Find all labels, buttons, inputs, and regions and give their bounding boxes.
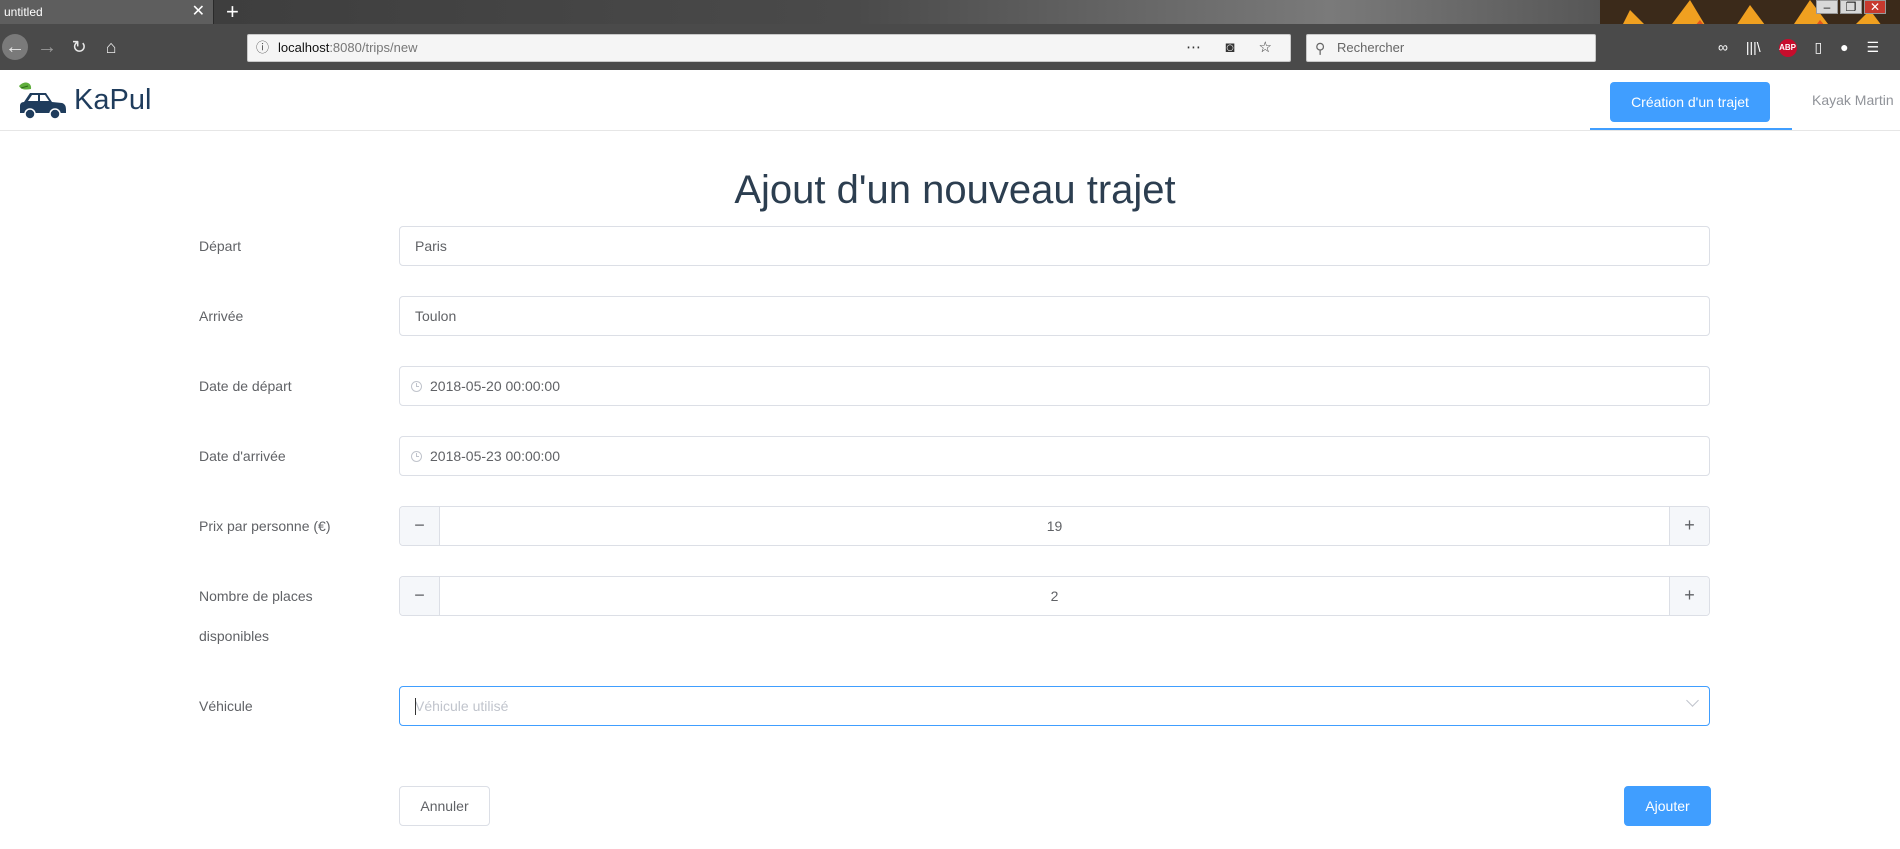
date-arrivee-value: 2018-05-23 00:00:00	[430, 448, 560, 464]
browser-navigation-bar: ← → ↻ ⌂ ⓘ localhost:8080/trips/new ⋯ ◙ ☆…	[0, 24, 1900, 70]
minimize-window-icon[interactable]: –	[1816, 0, 1838, 14]
search-icon: ⚲	[1315, 40, 1326, 56]
date-depart-value: 2018-05-20 00:00:00	[430, 378, 560, 394]
search-placeholder: Rechercher	[1337, 40, 1405, 55]
depart-value: Paris	[415, 238, 447, 254]
home-icon[interactable]: ⌂	[98, 34, 124, 60]
vehicule-label: Véhicule	[199, 698, 253, 714]
browser-tab[interactable]: untitled ✕	[0, 0, 214, 24]
restore-window-icon[interactable]: ❐	[1840, 0, 1862, 14]
vehicule-select[interactable]: Véhicule utilisé	[399, 686, 1710, 726]
prix-decrement-button[interactable]: −	[400, 507, 440, 545]
app-logo[interactable]: KaPul	[16, 80, 151, 120]
close-window-icon[interactable]: ✕	[1864, 0, 1886, 14]
user-menu[interactable]: Kayak Martin	[1812, 92, 1894, 108]
date-arrivee-label: Date d'arrivée	[199, 448, 286, 464]
prix-label: Prix par personne (€)	[199, 518, 331, 534]
chevron-down-icon[interactable]	[1686, 694, 1699, 707]
back-arrow-icon[interactable]: ←	[2, 34, 28, 60]
prix-stepper: − 19 +	[399, 506, 1710, 546]
places-input[interactable]: 2	[440, 577, 1669, 615]
tab-title: untitled	[4, 5, 43, 19]
menu-icon[interactable]: ☰	[1866, 34, 1879, 60]
text-cursor	[415, 698, 416, 715]
app-header: KaPul Création d'un trajet Kayak Martin	[0, 70, 1900, 131]
arrivee-value: Toulon	[415, 308, 457, 324]
url-text: localhost:8080/trips/new	[278, 40, 418, 55]
site-info-icon[interactable]: ⓘ	[256, 35, 269, 61]
arrivee-label: Arrivée	[199, 308, 244, 324]
new-tab-icon[interactable]: +	[226, 0, 239, 24]
places-label-line1: Nombre de places	[199, 588, 313, 604]
active-nav-indicator	[1590, 128, 1792, 130]
prix-increment-button[interactable]: +	[1669, 507, 1709, 545]
depart-label: Départ	[199, 238, 242, 254]
browser-toolbar-icons: ∞ |||\ ABP ▯ ● ☰	[1718, 34, 1893, 60]
library-icon[interactable]: |||\	[1746, 34, 1761, 60]
date-depart-picker[interactable]: 2018-05-20 00:00:00	[399, 366, 1710, 406]
private-mask-icon[interactable]: ∞	[1718, 34, 1728, 60]
car-logo-icon	[19, 82, 66, 120]
extension-icon[interactable]: ●	[1840, 34, 1848, 60]
clock-icon	[411, 451, 422, 462]
sidebar-icon[interactable]: ▯	[1814, 34, 1822, 60]
prix-input[interactable]: 19	[440, 507, 1669, 545]
url-action-icons[interactable]: ⋯ ◙ ☆	[1186, 35, 1282, 61]
cancel-button[interactable]: Annuler	[399, 786, 490, 826]
places-stepper: − 2 +	[399, 576, 1710, 616]
logo-text: KaPul	[74, 83, 152, 116]
places-label-line2: disponibles	[199, 628, 270, 644]
date-depart-label: Date de départ	[199, 378, 292, 394]
arrivee-input[interactable]: Toulon	[399, 296, 1710, 336]
places-increment-button[interactable]: +	[1669, 577, 1709, 615]
depart-input[interactable]: Paris	[399, 226, 1710, 266]
clock-icon	[411, 381, 422, 392]
browser-search-box[interactable]: ⚲ Rechercher	[1306, 34, 1596, 62]
reload-icon[interactable]: ↻	[66, 34, 92, 60]
create-trip-nav-button[interactable]: Création d'un trajet	[1610, 82, 1770, 122]
date-arrivee-picker[interactable]: 2018-05-23 00:00:00	[399, 436, 1710, 476]
places-decrement-button[interactable]: −	[400, 577, 440, 615]
close-tab-icon[interactable]: ✕	[192, 0, 205, 24]
vehicule-placeholder: Véhicule utilisé	[415, 698, 509, 714]
add-button[interactable]: Ajouter	[1624, 786, 1711, 826]
url-bar[interactable]: ⓘ localhost:8080/trips/new ⋯ ◙ ☆	[247, 34, 1291, 62]
page-title: Ajout d'un nouveau trajet	[734, 168, 1176, 212]
adblock-icon[interactable]: ABP	[1778, 39, 1797, 58]
forward-arrow-icon[interactable]: →	[34, 34, 60, 60]
